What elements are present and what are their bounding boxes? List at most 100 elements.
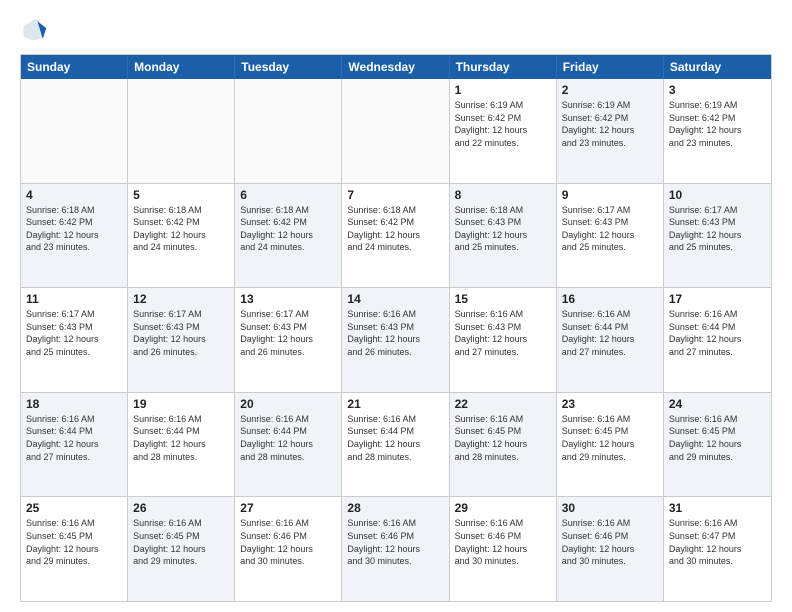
day-info: Sunrise: 6:17 AM Sunset: 6:43 PM Dayligh… [669, 204, 766, 254]
day-number: 2 [562, 83, 658, 97]
logo [20, 16, 52, 44]
day-number: 24 [669, 397, 766, 411]
day-number: 31 [669, 501, 766, 515]
calendar-cell: 16 Sunrise: 6:16 AM Sunset: 6:44 PM Dayli… [557, 288, 664, 392]
day-info: Sunrise: 6:16 AM Sunset: 6:46 PM Dayligh… [455, 517, 551, 567]
day-number: 9 [562, 188, 658, 202]
calendar-cell: 19 Sunrise: 6:16 AM Sunset: 6:44 PM Dayli… [128, 393, 235, 497]
day-info: Sunrise: 6:16 AM Sunset: 6:44 PM Dayligh… [240, 413, 336, 463]
day-number: 4 [26, 188, 122, 202]
day-number: 25 [26, 501, 122, 515]
day-number: 13 [240, 292, 336, 306]
day-info: Sunrise: 6:19 AM Sunset: 6:42 PM Dayligh… [562, 99, 658, 149]
day-number: 10 [669, 188, 766, 202]
day-info: Sunrise: 6:16 AM Sunset: 6:46 PM Dayligh… [347, 517, 443, 567]
day-number: 14 [347, 292, 443, 306]
day-number: 19 [133, 397, 229, 411]
day-number: 20 [240, 397, 336, 411]
calendar-cell: 15 Sunrise: 6:16 AM Sunset: 6:43 PM Dayli… [450, 288, 557, 392]
day-info: Sunrise: 6:16 AM Sunset: 6:45 PM Dayligh… [26, 517, 122, 567]
day-info: Sunrise: 6:17 AM Sunset: 6:43 PM Dayligh… [240, 308, 336, 358]
day-info: Sunrise: 6:17 AM Sunset: 6:43 PM Dayligh… [26, 308, 122, 358]
calendar-cell: 5 Sunrise: 6:18 AM Sunset: 6:42 PM Daylig… [128, 184, 235, 288]
day-number: 26 [133, 501, 229, 515]
day-number: 29 [455, 501, 551, 515]
calendar-cell: 12 Sunrise: 6:17 AM Sunset: 6:43 PM Dayli… [128, 288, 235, 392]
day-info: Sunrise: 6:16 AM Sunset: 6:44 PM Dayligh… [562, 308, 658, 358]
day-info: Sunrise: 6:16 AM Sunset: 6:44 PM Dayligh… [669, 308, 766, 358]
day-info: Sunrise: 6:18 AM Sunset: 6:42 PM Dayligh… [26, 204, 122, 254]
calendar-cell: 25 Sunrise: 6:16 AM Sunset: 6:45 PM Dayli… [21, 497, 128, 601]
day-number: 30 [562, 501, 658, 515]
calendar-cell: 7 Sunrise: 6:18 AM Sunset: 6:42 PM Daylig… [342, 184, 449, 288]
day-number: 27 [240, 501, 336, 515]
day-info: Sunrise: 6:18 AM Sunset: 6:42 PM Dayligh… [347, 204, 443, 254]
calendar-cell: 29 Sunrise: 6:16 AM Sunset: 6:46 PM Dayli… [450, 497, 557, 601]
calendar-cell: 27Sunrise: 6:16 AM Sunset: 6:46 PM Dayli… [235, 497, 342, 601]
calendar-cell [342, 79, 449, 183]
calendar-cell: 28 Sunrise: 6:16 AM Sunset: 6:46 PM Dayli… [342, 497, 449, 601]
day-info: Sunrise: 6:16 AM Sunset: 6:45 PM Dayligh… [562, 413, 658, 463]
calendar: SundayMondayTuesdayWednesdayThursdayFrid… [20, 54, 772, 602]
calendar-row: 1Sunrise: 6:19 AM Sunset: 6:42 PM Daylig… [21, 79, 771, 184]
header [20, 16, 772, 44]
day-info: Sunrise: 6:16 AM Sunset: 6:45 PM Dayligh… [669, 413, 766, 463]
calendar-cell: 20 Sunrise: 6:16 AM Sunset: 6:44 PM Dayli… [235, 393, 342, 497]
day-info: Sunrise: 6:17 AM Sunset: 6:43 PM Dayligh… [562, 204, 658, 254]
calendar-row: 18 Sunrise: 6:16 AM Sunset: 6:44 PM Dayli… [21, 393, 771, 498]
day-of-week-header: Monday [128, 55, 235, 79]
calendar-row: 25 Sunrise: 6:16 AM Sunset: 6:45 PM Dayli… [21, 497, 771, 601]
day-info: Sunrise: 6:16 AM Sunset: 6:47 PM Dayligh… [669, 517, 766, 567]
day-info: Sunrise: 6:16 AM Sunset: 6:46 PM Dayligh… [562, 517, 658, 567]
calendar-cell: 17 Sunrise: 6:16 AM Sunset: 6:44 PM Dayli… [664, 288, 771, 392]
day-number: 18 [26, 397, 122, 411]
day-of-week-header: Saturday [664, 55, 771, 79]
calendar-cell: 9 Sunrise: 6:17 AM Sunset: 6:43 PM Daylig… [557, 184, 664, 288]
calendar-cell: 14 Sunrise: 6:16 AM Sunset: 6:43 PM Dayli… [342, 288, 449, 392]
calendar-cell: 30 Sunrise: 6:16 AM Sunset: 6:46 PM Dayli… [557, 497, 664, 601]
logo-icon [20, 16, 48, 44]
calendar-cell: 1Sunrise: 6:19 AM Sunset: 6:42 PM Daylig… [450, 79, 557, 183]
day-of-week-header: Tuesday [235, 55, 342, 79]
day-info: Sunrise: 6:16 AM Sunset: 6:45 PM Dayligh… [455, 413, 551, 463]
day-number: 17 [669, 292, 766, 306]
day-info: Sunrise: 6:19 AM Sunset: 6:42 PM Dayligh… [669, 99, 766, 149]
day-number: 8 [455, 188, 551, 202]
day-number: 7 [347, 188, 443, 202]
day-number: 23 [562, 397, 658, 411]
calendar-body: 1Sunrise: 6:19 AM Sunset: 6:42 PM Daylig… [21, 79, 771, 601]
calendar-cell: 13 Sunrise: 6:17 AM Sunset: 6:43 PM Dayli… [235, 288, 342, 392]
day-number: 21 [347, 397, 443, 411]
calendar-cell: 23 Sunrise: 6:16 AM Sunset: 6:45 PM Dayli… [557, 393, 664, 497]
day-info: Sunrise: 6:18 AM Sunset: 6:42 PM Dayligh… [133, 204, 229, 254]
calendar-cell: 6Sunrise: 6:18 AM Sunset: 6:42 PM Daylig… [235, 184, 342, 288]
day-info: Sunrise: 6:18 AM Sunset: 6:43 PM Dayligh… [455, 204, 551, 254]
calendar-cell: 24 Sunrise: 6:16 AM Sunset: 6:45 PM Dayli… [664, 393, 771, 497]
calendar-cell [235, 79, 342, 183]
day-number: 6 [240, 188, 336, 202]
day-number: 28 [347, 501, 443, 515]
day-info: Sunrise: 6:16 AM Sunset: 6:44 PM Dayligh… [26, 413, 122, 463]
day-number: 11 [26, 292, 122, 306]
calendar-cell [21, 79, 128, 183]
day-number: 16 [562, 292, 658, 306]
day-number: 5 [133, 188, 229, 202]
day-info: Sunrise: 6:19 AM Sunset: 6:42 PM Dayligh… [455, 99, 551, 149]
day-info: Sunrise: 6:17 AM Sunset: 6:43 PM Dayligh… [133, 308, 229, 358]
calendar-cell: 8 Sunrise: 6:18 AM Sunset: 6:43 PM Daylig… [450, 184, 557, 288]
day-number: 15 [455, 292, 551, 306]
calendar-cell [128, 79, 235, 183]
day-info: Sunrise: 6:16 AM Sunset: 6:43 PM Dayligh… [455, 308, 551, 358]
calendar-cell: 18 Sunrise: 6:16 AM Sunset: 6:44 PM Dayli… [21, 393, 128, 497]
calendar-header: SundayMondayTuesdayWednesdayThursdayFrid… [21, 55, 771, 79]
day-info: Sunrise: 6:16 AM Sunset: 6:44 PM Dayligh… [347, 413, 443, 463]
day-number: 12 [133, 292, 229, 306]
calendar-row: 4 Sunrise: 6:18 AM Sunset: 6:42 PM Daylig… [21, 184, 771, 289]
calendar-cell: 11 Sunrise: 6:17 AM Sunset: 6:43 PM Dayli… [21, 288, 128, 392]
day-number: 22 [455, 397, 551, 411]
calendar-cell: 26Sunrise: 6:16 AM Sunset: 6:45 PM Dayli… [128, 497, 235, 601]
day-of-week-header: Thursday [450, 55, 557, 79]
calendar-cell: 22 Sunrise: 6:16 AM Sunset: 6:45 PM Dayli… [450, 393, 557, 497]
day-info: Sunrise: 6:16 AM Sunset: 6:43 PM Dayligh… [347, 308, 443, 358]
day-info: Sunrise: 6:16 AM Sunset: 6:44 PM Dayligh… [133, 413, 229, 463]
